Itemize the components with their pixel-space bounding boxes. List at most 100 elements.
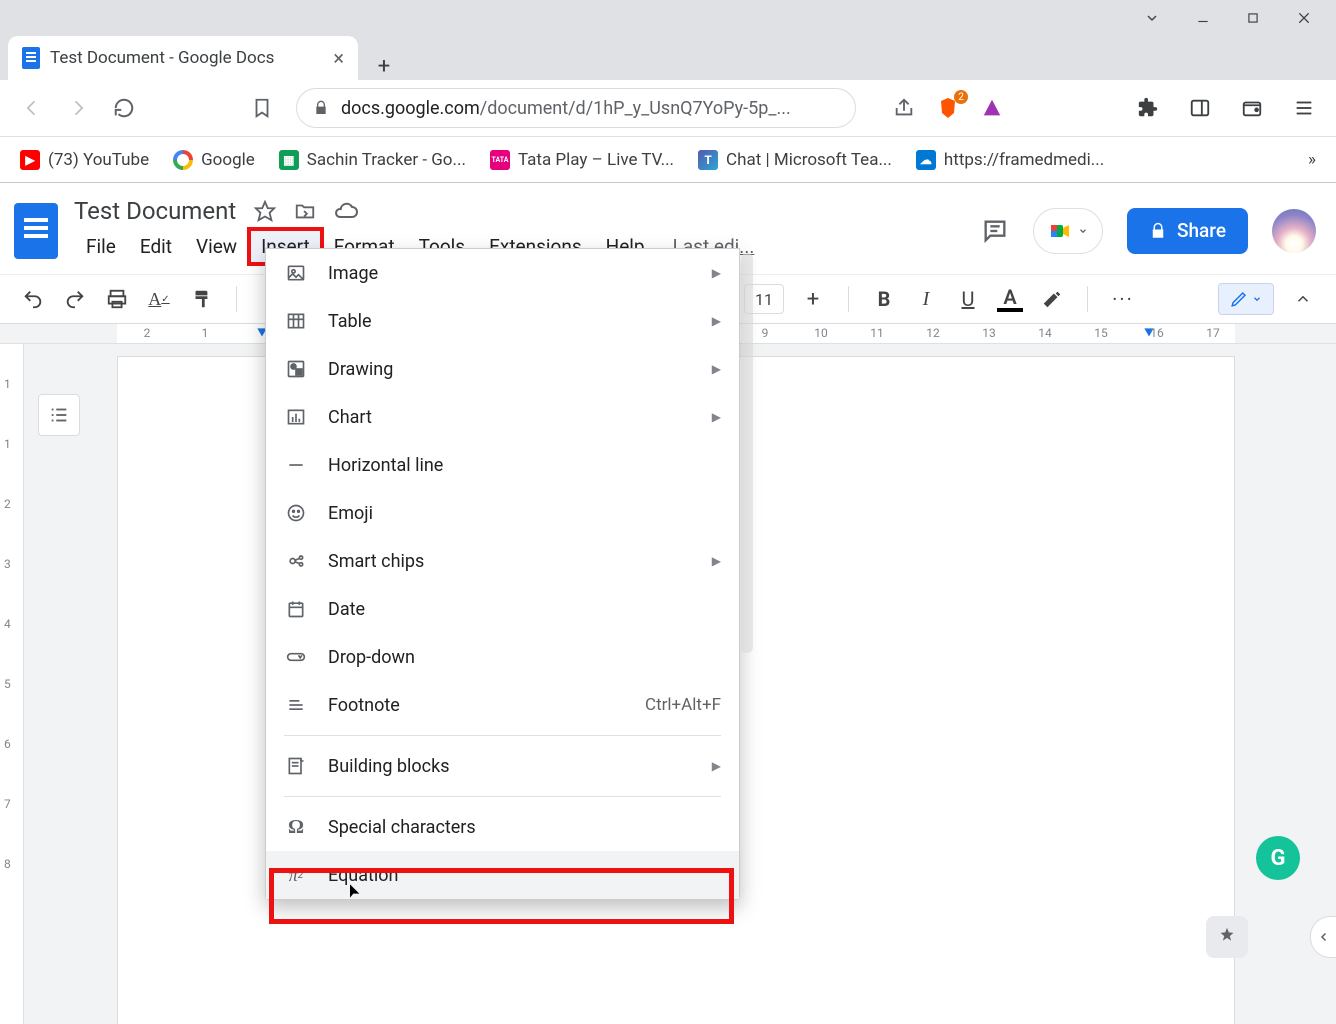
insert-chart[interactable]: Chart▶ (266, 393, 739, 441)
menu-view[interactable]: View (184, 229, 249, 264)
hline-icon (284, 453, 308, 477)
image-icon (284, 261, 308, 285)
building-blocks-icon (284, 754, 308, 778)
insert-building-blocks[interactable]: Building blocks▶ (266, 742, 739, 790)
bookmark-google[interactable]: Google (173, 150, 255, 170)
footnote-icon (284, 693, 308, 717)
share-label: Share (1177, 219, 1226, 242)
onedrive-icon: ☁ (916, 150, 936, 170)
browser-tab[interactable]: Test Document - Google Docs × (8, 36, 358, 80)
insert-menu-dropdown: Image▶ Table▶ Drawing▶ Chart▶ Horizontal… (265, 248, 740, 900)
italic-button[interactable]: I (913, 286, 939, 312)
bookmark-icon[interactable] (250, 96, 274, 120)
footnote-shortcut: Ctrl+Alt+F (645, 695, 721, 715)
insert-emoji[interactable]: Emoji (266, 489, 739, 537)
cloud-status-icon[interactable] (334, 199, 358, 223)
explore-button[interactable] (1206, 916, 1248, 958)
insert-equation[interactable]: π2Equation (266, 851, 739, 899)
brave-rewards-icon[interactable] (980, 96, 1004, 120)
insert-smart-chips[interactable]: Smart chips▶ (266, 537, 739, 585)
maximize-button[interactable] (1246, 11, 1260, 25)
undo-button[interactable] (20, 286, 46, 312)
pi-squared-icon: π2 (284, 863, 308, 887)
redo-button[interactable] (62, 286, 88, 312)
comments-icon[interactable] (981, 217, 1009, 245)
window-controls (0, 0, 1336, 36)
document-title[interactable]: Test Document (74, 197, 236, 225)
lock-icon (313, 100, 329, 116)
sheets-icon: ▦ (279, 150, 299, 170)
tataplay-icon: TATA (490, 150, 510, 170)
dropdown-scrollbar[interactable] (741, 253, 753, 653)
spellcheck-button[interactable]: A✓ (146, 286, 172, 312)
bookmark-framed[interactable]: ☁https://framedmedi... (916, 150, 1104, 170)
insert-horizontal-line[interactable]: Horizontal line (266, 441, 739, 489)
google-icon (173, 150, 193, 170)
meet-icon (1048, 219, 1072, 243)
share-url-icon[interactable] (892, 96, 916, 120)
menu-file[interactable]: File (74, 229, 128, 264)
paint-format-button[interactable] (188, 286, 214, 312)
cursor-icon (346, 881, 362, 901)
bookmark-sheets[interactable]: ▦Sachin Tracker - Go... (279, 150, 466, 170)
back-button[interactable] (20, 96, 44, 120)
close-tab-button[interactable]: × (333, 46, 344, 70)
docs-logo-icon[interactable] (14, 203, 58, 259)
tabs-chevron-down-icon[interactable] (1144, 10, 1160, 26)
pencil-icon (1230, 290, 1248, 308)
minimize-button[interactable] (1196, 11, 1210, 25)
youtube-icon: ▶ (20, 150, 40, 170)
insert-drawing[interactable]: Drawing▶ (266, 345, 739, 393)
meet-button[interactable] (1033, 208, 1103, 254)
smart-chips-icon (284, 549, 308, 573)
bookmarks-overflow-icon[interactable]: » (1308, 150, 1316, 170)
calendar-icon (284, 597, 308, 621)
dropdown-chip-icon (284, 645, 308, 669)
brave-shield-icon[interactable] (936, 96, 960, 120)
bold-button[interactable]: B (871, 286, 897, 312)
insert-image[interactable]: Image▶ (266, 249, 739, 297)
chart-icon (284, 405, 308, 429)
bookmark-tataplay[interactable]: TATATata Play – Live TV... (490, 150, 674, 170)
insert-special-characters[interactable]: ΩSpecial characters (266, 803, 739, 851)
underline-button[interactable]: U (955, 286, 981, 312)
address-bar[interactable]: docs.google.com/document/d/1hP_y_UsnQ7Yo… (296, 88, 856, 128)
chevron-down-icon (1078, 226, 1088, 236)
teams-icon: T (698, 150, 718, 170)
wallet-icon[interactable] (1240, 96, 1264, 120)
chevron-down-icon (1252, 294, 1262, 304)
toolbar-divider (236, 286, 237, 312)
lock-icon (1149, 222, 1167, 240)
text-color-button[interactable]: A (997, 286, 1023, 312)
insert-footnote[interactable]: FootnoteCtrl+Alt+F (266, 681, 739, 729)
collapse-toolbar-button[interactable] (1290, 286, 1316, 312)
insert-date[interactable]: Date (266, 585, 739, 633)
show-outline-button[interactable] (38, 394, 80, 436)
increase-font-button[interactable]: + (800, 286, 826, 312)
browser-menu-icon[interactable] (1292, 96, 1316, 120)
more-toolbar-button[interactable]: ··· (1110, 286, 1136, 312)
new-tab-button[interactable]: + (370, 52, 398, 80)
insert-dropdown[interactable]: Drop-down (266, 633, 739, 681)
move-icon[interactable] (294, 200, 316, 222)
account-avatar[interactable] (1272, 209, 1316, 253)
grammarly-button[interactable]: G (1256, 836, 1300, 880)
sidepanel-icon[interactable] (1188, 96, 1212, 120)
star-icon[interactable] (254, 200, 276, 222)
close-window-button[interactable] (1296, 10, 1312, 26)
highlight-button[interactable] (1039, 286, 1065, 312)
extensions-icon[interactable] (1136, 96, 1160, 120)
bookmark-youtube[interactable]: ▶(73) YouTube (20, 150, 149, 170)
bookmarks-bar: ▶(73) YouTube Google ▦Sachin Tracker - G… (0, 136, 1336, 182)
vertical-ruler[interactable]: 1 1 2 3 4 5 6 7 8 (0, 344, 24, 1024)
bookmark-teams[interactable]: TChat | Microsoft Tea... (698, 150, 892, 170)
tab-title: Test Document - Google Docs (50, 48, 323, 68)
share-button[interactable]: Share (1127, 208, 1248, 254)
menu-edit[interactable]: Edit (128, 229, 184, 264)
reload-button[interactable] (112, 96, 136, 120)
forward-button[interactable] (66, 96, 90, 120)
editing-mode-button[interactable] (1218, 283, 1274, 315)
menu-separator (284, 796, 721, 797)
insert-table[interactable]: Table▶ (266, 297, 739, 345)
print-button[interactable] (104, 286, 130, 312)
